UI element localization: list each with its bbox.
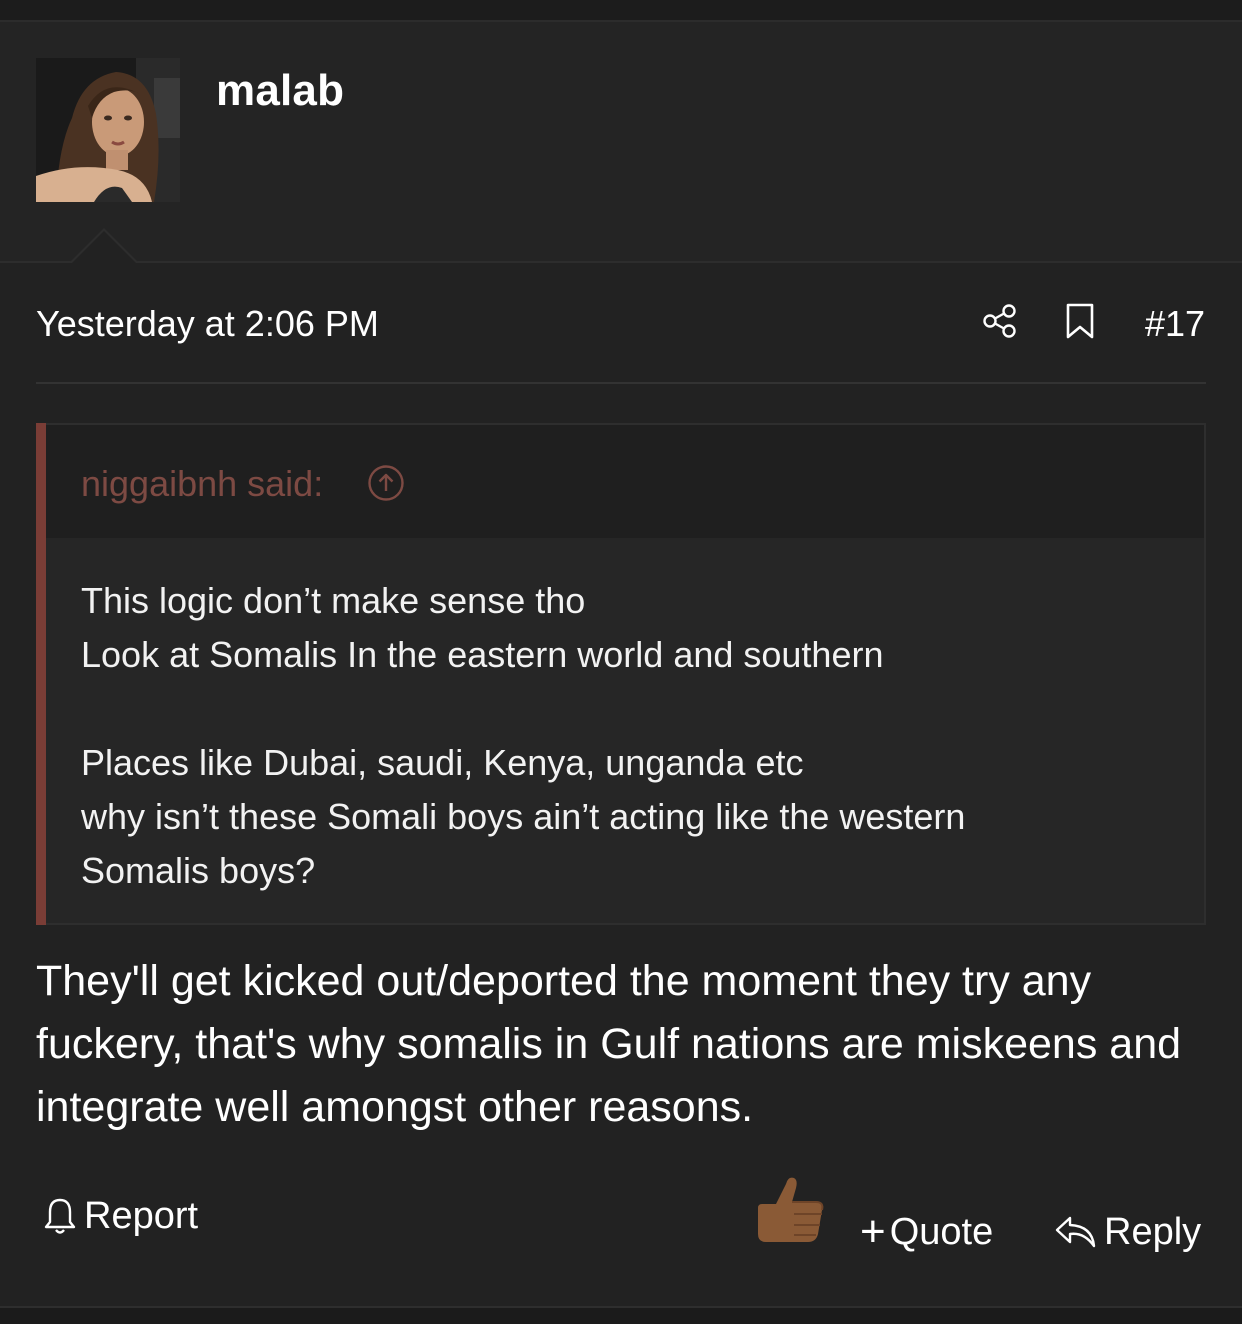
post-body: They'll get kicked out/deported the mome… [36, 957, 1182, 1131]
arrow-up-circle-icon[interactable] [367, 464, 405, 502]
bookmark-icon[interactable] [1064, 302, 1096, 340]
quote-content: This logic don’t make sense tho Look at … [81, 574, 1181, 898]
username[interactable]: malab [216, 66, 344, 116]
thumbs-up-icon[interactable] [752, 1172, 828, 1248]
reply-arrow-icon [1055, 1216, 1096, 1248]
quote-label: Quote [889, 1210, 994, 1253]
quote-button[interactable]: + Quote [860, 1210, 993, 1254]
avatar-image [36, 58, 180, 202]
report-label: Report [84, 1194, 199, 1237]
top-strip [0, 0, 1242, 22]
quote-spacer [81, 682, 1181, 736]
header-pointer-inner [72, 231, 136, 263]
bell-icon [44, 1198, 76, 1234]
bottom-strip [0, 1306, 1242, 1324]
avatar[interactable] [36, 58, 180, 202]
quote-accent-bar [36, 423, 46, 925]
quote-line: Places like Dubai, saudi, Kenya, unganda… [81, 742, 804, 783]
report-button[interactable]: Report [42, 1194, 198, 1238]
reply-label: Reply [1104, 1210, 1202, 1253]
post-user-header: malab [0, 22, 1242, 263]
share-icon[interactable] [981, 302, 1019, 340]
post-timestamp[interactable]: Yesterday at 2:06 PM [36, 303, 379, 345]
plus-icon: + [860, 1207, 886, 1256]
post-number[interactable]: #17 [1145, 303, 1205, 345]
quote-author[interactable]: niggaibnh said: [81, 463, 323, 505]
quote-line: This logic don’t make sense tho [81, 580, 586, 621]
quote-line: Look at Somalis In the eastern world and… [81, 634, 884, 675]
divider [36, 382, 1206, 384]
reply-button[interactable]: Reply [1054, 1210, 1201, 1254]
quote-line: why isn’t these Somali boys ain’t acting… [81, 796, 966, 891]
